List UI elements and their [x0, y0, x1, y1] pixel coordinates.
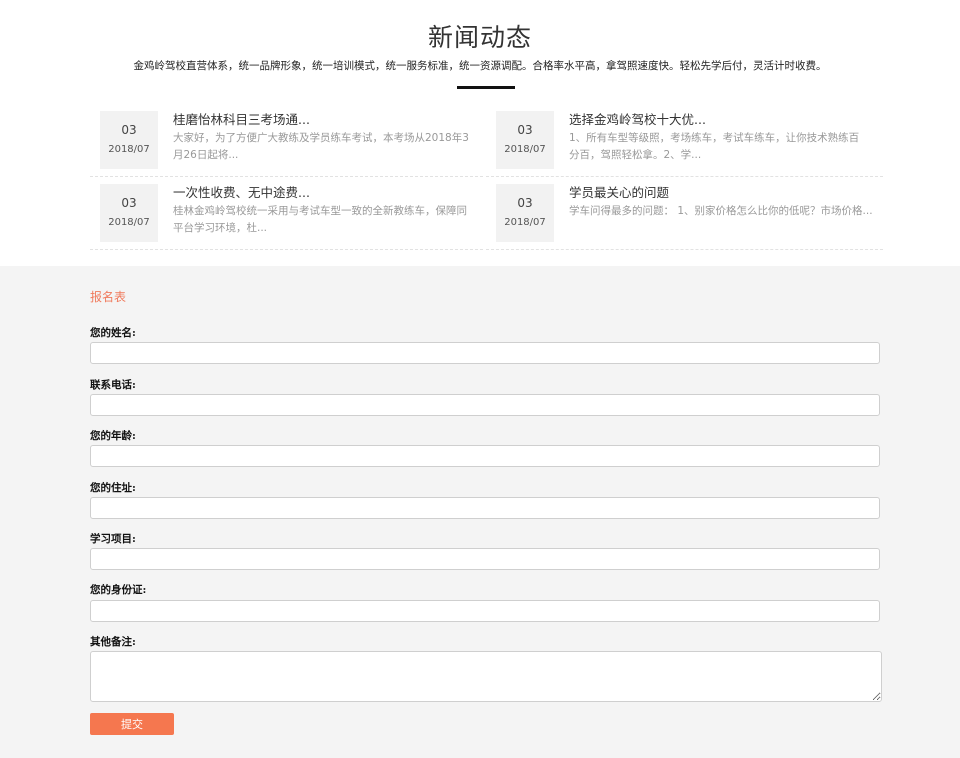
date-year-month: 2018/07 — [108, 217, 150, 228]
date-day: 03 — [517, 123, 533, 137]
news-summary: 1、所有车型等级照，考场练车，考试车练车，让你技术熟练百分百，驾照轻松拿。2、学… — [569, 132, 860, 161]
date-box: 03 2018/07 — [496, 184, 554, 242]
phone-input[interactable] — [90, 394, 880, 416]
news-item[interactable]: 03 2018/07 学员最关心的问题 学车问得最多的问题： 1、别家价格怎么比… — [496, 184, 882, 257]
course-input[interactable] — [90, 548, 880, 570]
submit-button[interactable]: 提交 — [90, 713, 174, 735]
date-day: 03 — [121, 196, 137, 210]
news-subtitle: 金鸡岭驾校直营体系，统一品牌形象，统一培训模式，统一服务标准，统一资源调配。合格… — [133, 60, 827, 72]
registration-form: 报名表 您的姓名: 联系电话: 您的年龄: 您的住址: 学习项目: 您的身份证:… — [0, 266, 960, 758]
date-box: 03 2018/07 — [100, 184, 158, 242]
divider — [486, 249, 883, 250]
name-input[interactable] — [90, 342, 880, 364]
news-headline-link[interactable]: 一次性收费、无中途费... — [173, 184, 310, 202]
remarks-label: 其他备注: — [90, 636, 136, 648]
news-section: 新闻动态 金鸡岭驾校直营体系，统一品牌形象，统一培训模式，统一服务标准，统一资源… — [0, 0, 960, 266]
divider — [486, 176, 883, 177]
date-year-month: 2018/07 — [504, 217, 546, 228]
date-year-month: 2018/07 — [504, 144, 546, 155]
news-item[interactable]: 03 2018/07 选择金鸡岭驾校十大优... 1、所有车型等级照，考场练车，… — [496, 111, 882, 184]
date-box: 03 2018/07 — [100, 111, 158, 169]
news-headline-link[interactable]: 选择金鸡岭驾校十大优... — [569, 111, 706, 129]
date-year-month: 2018/07 — [108, 144, 150, 155]
news-summary: 大家好，为了方便广大教练及学员练车考试，本考场从2018年3月26日起将... — [173, 132, 469, 161]
phone-label: 联系电话: — [90, 379, 136, 391]
date-day: 03 — [517, 196, 533, 210]
divider — [90, 176, 483, 177]
news-summary: 学车问得最多的问题： 1、别家价格怎么比你的低呢？市场价格... — [569, 205, 873, 217]
news-headline-link[interactable]: 桂磨怡林科目三考场通... — [173, 111, 310, 129]
news-item[interactable]: 03 2018/07 一次性收费、无中途费... 桂林金鸡岭驾校统一采用与考试车… — [100, 184, 486, 257]
address-input[interactable] — [90, 497, 880, 519]
news-title: 新闻动态 — [427, 23, 532, 52]
news-headline-link[interactable]: 学员最关心的问题 — [569, 184, 669, 202]
age-input[interactable] — [90, 445, 880, 467]
date-box: 03 2018/07 — [496, 111, 554, 169]
name-label: 您的姓名: — [90, 327, 136, 339]
form-heading: 报名表 — [90, 290, 127, 304]
title-underline — [457, 86, 515, 89]
date-day: 03 — [121, 123, 137, 137]
age-label: 您的年龄: — [90, 430, 136, 442]
course-label: 学习项目: — [90, 533, 136, 545]
id-card-input[interactable] — [90, 600, 880, 622]
divider — [90, 249, 483, 250]
address-label: 您的住址: — [90, 482, 136, 494]
news-item[interactable]: 03 2018/07 桂磨怡林科目三考场通... 大家好，为了方便广大教练及学员… — [100, 111, 486, 184]
news-summary: 桂林金鸡岭驾校统一采用与考试车型一致的全新教练车，保障同平台学习环境，杜... — [173, 205, 467, 234]
id-card-label: 您的身份证: — [90, 584, 147, 596]
remarks-textarea[interactable] — [90, 651, 882, 702]
